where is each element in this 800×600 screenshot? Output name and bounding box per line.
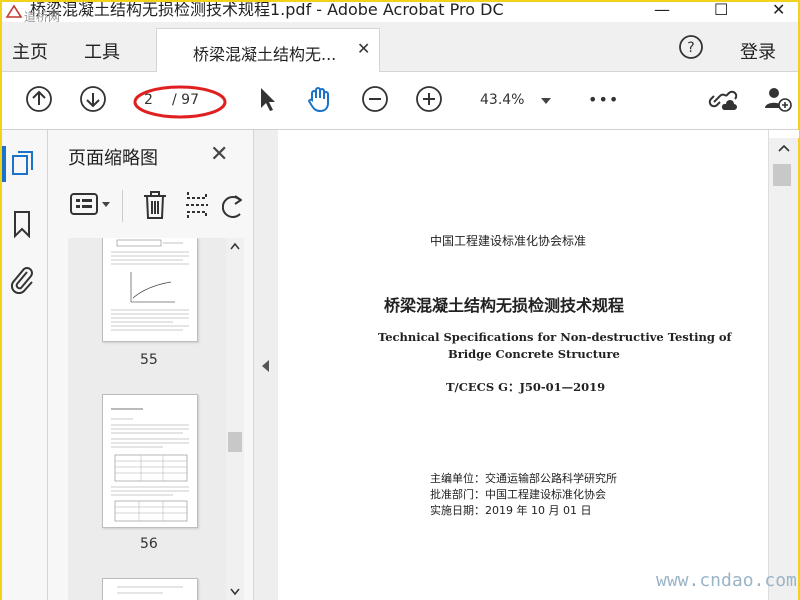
toolbar: 2 / 97 43.4% ••• bbox=[2, 72, 798, 130]
close-tab-icon[interactable]: ✕ bbox=[357, 39, 370, 58]
page-preview bbox=[111, 239, 189, 331]
select-cursor-icon[interactable] bbox=[252, 84, 282, 114]
help-icon[interactable]: ? bbox=[678, 34, 704, 60]
tab-document[interactable]: 桥梁混凝土结构无... ✕ bbox=[156, 28, 380, 73]
bookmark-icon[interactable] bbox=[12, 210, 32, 238]
login-button[interactable]: 登录 bbox=[740, 38, 776, 64]
doc-scroll-thumb[interactable] bbox=[773, 164, 791, 186]
tab-tools[interactable]: 工具 bbox=[84, 38, 120, 64]
panel-title: 页面缩略图 bbox=[68, 148, 158, 169]
doc-title-cn: 桥梁混凝土结构无损检测技术规程 bbox=[384, 296, 625, 315]
scroll-up-icon[interactable] bbox=[230, 242, 240, 250]
page-preview bbox=[117, 586, 183, 594]
title-bar: 桥梁混凝土结构无损检测技术规程1.pdf - Adobe Acrobat Pro… bbox=[2, 2, 798, 22]
close-window-button[interactable]: ✕ bbox=[772, 2, 785, 19]
more-tools-icon[interactable]: ••• bbox=[588, 90, 619, 109]
doc-title-en-1: Technical Specifications for Non-destruc… bbox=[378, 330, 732, 344]
document-scrollbar[interactable] bbox=[768, 130, 799, 600]
zoom-out-icon[interactable] bbox=[360, 84, 390, 114]
minimize-button[interactable]: — bbox=[654, 2, 670, 19]
acrobat-logo-icon bbox=[4, 4, 24, 20]
thumbnail-scrollbar[interactable] bbox=[226, 238, 244, 600]
doc-code: T/CECS G：J50-01—2019 bbox=[446, 380, 606, 394]
tab-bar: 主页 工具 桥梁混凝土结构无... ✕ ? 登录 bbox=[2, 22, 798, 73]
scroll-top-gap bbox=[769, 130, 799, 138]
share-link-icon[interactable] bbox=[708, 84, 738, 114]
navigation-rail bbox=[2, 130, 48, 600]
thumbnail-page-55[interactable] bbox=[102, 238, 198, 342]
thumbnail-label-56: 56 bbox=[140, 536, 158, 552]
thumbnail-page-57[interactable] bbox=[102, 578, 198, 600]
maximize-button[interactable]: ☐ bbox=[714, 2, 728, 19]
document-viewport[interactable]: 中国工程建设标准化协会标准 桥梁混凝土结构无损检测技术规程 Technical … bbox=[278, 130, 768, 600]
toolbar-divider bbox=[122, 190, 123, 222]
thumbnail-options-icon[interactable] bbox=[70, 192, 114, 216]
doc-effective-date: 实施日期：2019 年 10 月 01 日 bbox=[430, 504, 592, 517]
zoom-level[interactable]: 43.4% bbox=[480, 92, 524, 108]
org-standard: 中国工程建设标准化协会标准 bbox=[430, 234, 587, 248]
tab-home[interactable]: 主页 bbox=[12, 38, 48, 64]
zoom-dropdown-icon[interactable] bbox=[540, 96, 552, 106]
scroll-thumb[interactable] bbox=[228, 432, 242, 452]
document-tab-label: 桥梁混凝土结构无... bbox=[193, 45, 337, 64]
doc-scroll-up-icon[interactable] bbox=[778, 144, 790, 152]
collapse-panel-icon[interactable] bbox=[262, 360, 270, 372]
thumbnail-panel: 页面缩略图 ✕ 55 56 bbox=[48, 130, 254, 600]
red-annotation-ellipse bbox=[133, 85, 227, 119]
zoom-in-icon[interactable] bbox=[414, 84, 444, 114]
site-watermark: 道桥网 bbox=[24, 10, 61, 22]
rotate-icon[interactable] bbox=[222, 192, 242, 220]
active-indicator bbox=[2, 146, 6, 182]
delete-icon[interactable] bbox=[142, 190, 168, 220]
attachment-icon[interactable] bbox=[8, 264, 36, 294]
next-page-icon[interactable] bbox=[78, 84, 108, 114]
extract-pages-icon[interactable] bbox=[184, 190, 210, 220]
page-thumbnails-icon[interactable] bbox=[10, 150, 36, 178]
doc-title-en-2: Bridge Concrete Structure bbox=[448, 347, 620, 361]
site-watermark-bottom: www.cndao.com bbox=[656, 570, 797, 591]
previous-page-icon[interactable] bbox=[24, 84, 54, 114]
thumbnail-page-56[interactable] bbox=[102, 394, 198, 528]
doc-editor: 主编单位：交通运输部公路科学研究所 bbox=[430, 472, 617, 485]
add-user-icon[interactable] bbox=[762, 84, 792, 114]
close-panel-icon[interactable]: ✕ bbox=[210, 142, 228, 167]
scroll-down-icon[interactable] bbox=[230, 588, 240, 596]
window-title: 桥梁混凝土结构无损检测技术规程1.pdf - Adobe Acrobat Pro… bbox=[30, 2, 504, 19]
thumbnail-list[interactable]: 55 56 bbox=[68, 238, 244, 600]
svg-text:?: ? bbox=[687, 40, 694, 56]
panel-splitter[interactable] bbox=[254, 130, 278, 600]
page-preview bbox=[111, 408, 189, 522]
doc-approver: 批准部门：中国工程建设标准化协会 bbox=[430, 488, 606, 501]
hand-tool-icon[interactable] bbox=[304, 84, 334, 114]
thumbnail-label-55: 55 bbox=[140, 352, 158, 368]
